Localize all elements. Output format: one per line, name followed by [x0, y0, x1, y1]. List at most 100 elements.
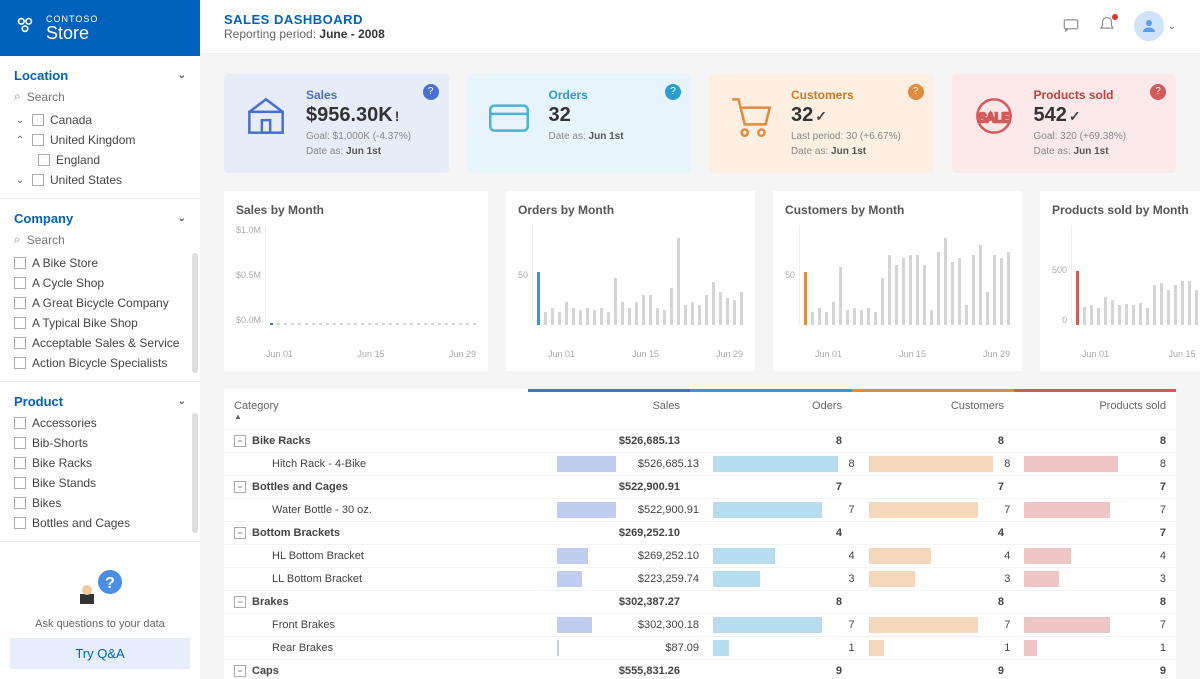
checkbox[interactable] [14, 337, 26, 349]
table-row[interactable]: −Bottles and Cages$522,900.91777 [224, 475, 1176, 498]
tree-item-canada[interactable]: ⌄Canada [0, 110, 200, 130]
chart-bar[interactable] [628, 308, 631, 325]
chart-bar[interactable] [1132, 305, 1135, 325]
chart-bar[interactable] [1181, 281, 1184, 325]
tree-item-us[interactable]: ⌄United States [0, 170, 200, 190]
chart-bar[interactable] [1090, 305, 1093, 325]
tree-item-uk[interactable]: ⌃United Kingdom [0, 130, 200, 150]
list-item[interactable]: Bike Stands [0, 473, 200, 493]
chart-bar[interactable] [635, 302, 638, 325]
chart-bar[interactable] [368, 323, 371, 325]
table-row[interactable]: −Bottom Brackets$269,252.10447 [224, 521, 1176, 544]
chart-bar[interactable] [600, 308, 603, 325]
location-search-input[interactable] [27, 90, 186, 104]
checkbox[interactable] [14, 277, 26, 289]
checkbox[interactable] [14, 477, 26, 489]
chart-bar[interactable] [944, 238, 947, 325]
chart-bar[interactable] [691, 302, 694, 325]
chart-bar[interactable] [726, 298, 729, 325]
chart-bar[interactable] [705, 295, 708, 325]
list-item[interactable]: Bottles and Cages [0, 513, 200, 533]
checkbox[interactable] [32, 134, 44, 146]
list-item[interactable]: A Bike Store [0, 253, 200, 273]
collapse-icon[interactable]: − [234, 665, 246, 677]
chart-bar[interactable] [607, 312, 610, 325]
chart-bar[interactable] [445, 323, 448, 325]
chart-bar[interactable] [1195, 290, 1198, 325]
chart-bar[interactable] [902, 258, 905, 325]
chart-bar[interactable] [572, 308, 575, 325]
th-category[interactable]: Category▲ [224, 389, 528, 429]
list-item[interactable]: A Cycle Shop [0, 273, 200, 293]
chart-bar[interactable] [1153, 285, 1156, 325]
panel-company-header[interactable]: Company ⌄ [0, 205, 200, 230]
list-item[interactable]: A Great Bicycle Company [0, 293, 200, 313]
chart-bar[interactable] [382, 323, 385, 325]
table-row[interactable]: HL Bottom Bracket$269,252.10444 [224, 544, 1176, 567]
chart-bar[interactable] [811, 312, 814, 325]
table-row[interactable]: −Brakes$302,387.27888 [224, 590, 1176, 613]
checkbox[interactable] [14, 417, 26, 429]
panel-product-header[interactable]: Product ⌄ [0, 388, 200, 413]
chart-bar[interactable] [677, 238, 680, 325]
chart-bar[interactable] [1174, 285, 1177, 325]
chart-bar[interactable] [958, 258, 961, 325]
chart-bar[interactable] [537, 272, 540, 325]
chart-bar[interactable] [417, 323, 420, 325]
chart-bar[interactable] [396, 323, 399, 325]
chart-bar[interactable] [937, 252, 940, 325]
chart-bar[interactable] [804, 272, 807, 325]
chart-bar[interactable] [972, 255, 975, 325]
table-row[interactable]: LL Bottom Bracket$223,259.74333 [224, 567, 1176, 590]
notification-icon[interactable] [1098, 16, 1116, 37]
chart-bar[interactable] [340, 323, 343, 325]
chart-bar[interactable] [740, 292, 743, 325]
chart-bar[interactable] [466, 323, 469, 325]
checkbox[interactable] [38, 154, 50, 166]
collapse-icon[interactable]: − [234, 596, 246, 608]
info-icon[interactable]: ? [423, 84, 439, 100]
chart-bar[interactable] [389, 323, 392, 325]
checkbox[interactable] [14, 517, 26, 529]
checkbox[interactable] [14, 437, 26, 449]
chart-bar[interactable] [1118, 305, 1121, 325]
chart-bar[interactable] [333, 323, 336, 325]
user-avatar[interactable]: ⌄ [1134, 11, 1176, 41]
list-item[interactable]: Bikes [0, 493, 200, 513]
table-row[interactable]: Water Bottle - 30 oz.$522,900.91777 [224, 498, 1176, 521]
chart-bar[interactable] [888, 255, 891, 325]
chart-bar[interactable] [452, 323, 455, 325]
chart-bar[interactable] [361, 323, 364, 325]
chart-bar[interactable] [1146, 308, 1149, 325]
chart-bar[interactable] [291, 323, 294, 325]
th-products-sold[interactable]: Products sold [1014, 389, 1176, 429]
checkbox[interactable] [14, 457, 26, 469]
location-search[interactable]: ⌕ [0, 87, 200, 110]
checkbox[interactable] [14, 297, 26, 309]
chart-bar[interactable] [1188, 281, 1191, 325]
try-qa-button[interactable]: Try Q&A [10, 638, 190, 669]
table-row[interactable]: −Bike Racks$526,685.13888 [224, 429, 1176, 452]
chart-bar[interactable] [1097, 308, 1100, 325]
list-item[interactable]: A Typical Bike Shop [0, 313, 200, 333]
chart-bar[interactable] [839, 267, 842, 325]
info-icon[interactable]: ? [665, 84, 681, 100]
company-search-input[interactable] [27, 233, 186, 247]
chart-bar[interactable] [979, 245, 982, 325]
chart-bar[interactable] [712, 282, 715, 325]
chart-bar[interactable] [1111, 300, 1114, 325]
chart-bar[interactable] [326, 323, 329, 325]
chart-bar[interactable] [1083, 307, 1086, 325]
chart-bar[interactable] [818, 308, 821, 325]
chart-bar[interactable] [684, 305, 687, 325]
list-item[interactable]: Action Bicycle Specialists [0, 353, 200, 373]
chart-bar[interactable] [916, 255, 919, 325]
chart-bar[interactable] [438, 323, 441, 325]
collapse-icon[interactable]: − [234, 435, 246, 447]
info-icon[interactable]: ? [908, 84, 924, 100]
chart-bar[interactable] [354, 323, 357, 325]
kpi-card-products-sold[interactable]: ?SALEProducts sold542✓Goal: 320 (+69.38%… [952, 74, 1177, 173]
chart-bar[interactable] [825, 312, 828, 325]
chart-bar[interactable] [431, 323, 434, 325]
chart-bar[interactable] [1000, 258, 1003, 325]
